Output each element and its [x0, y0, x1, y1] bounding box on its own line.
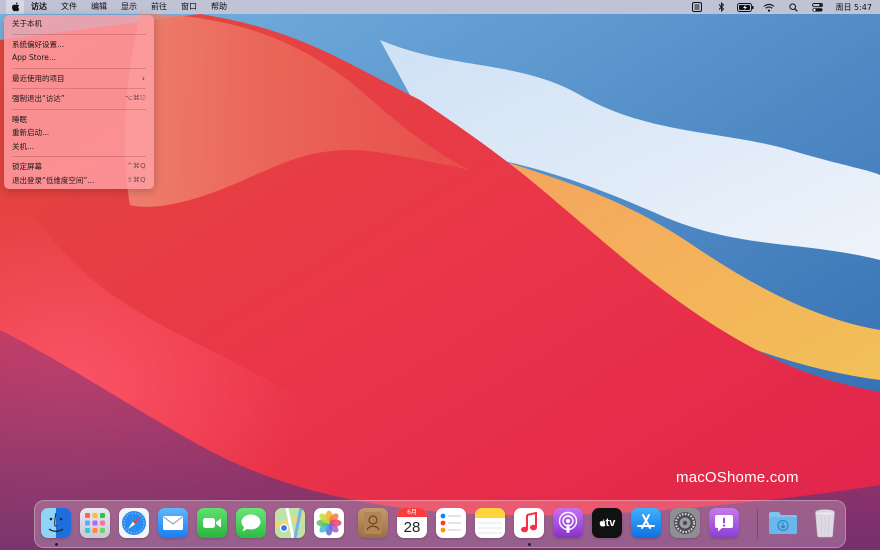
apple-menu-dropdown: 关于本机 系统偏好设置... App Store... 最近使用的项目 › 强制退…: [4, 15, 154, 189]
watermark-text: macOShome.com: [676, 469, 799, 486]
menu-item-label: App Store...: [12, 53, 57, 62]
menu-item-force-quit[interactable]: 强制退出“访达” ⌥⌘⎋: [4, 92, 154, 106]
calendar-day: 28: [403, 519, 421, 536]
menu-item-app-store[interactable]: App Store...: [4, 51, 154, 65]
menu-separator: [12, 108, 146, 110]
dock-facetime[interactable]: [197, 508, 227, 538]
menu-edit[interactable]: 编辑: [84, 0, 114, 14]
dock-podcasts[interactable]: [553, 508, 583, 538]
wifi-icon[interactable]: [757, 0, 781, 14]
dock-finder[interactable]: [41, 508, 71, 538]
launchpad-icon: [85, 513, 105, 533]
dock: 6月 28 tv: [34, 500, 846, 548]
battery-icon[interactable]: [733, 0, 757, 14]
dock-divider: [757, 509, 758, 539]
dock-calendar[interactable]: 6月 28: [397, 508, 427, 538]
dock-music[interactable]: [514, 508, 544, 538]
dock-feedback-assistant[interactable]: [709, 508, 739, 538]
notes-icon: [475, 508, 505, 534]
menu-item-label: 锁定屏幕: [12, 162, 42, 171]
search-icon[interactable]: [781, 0, 805, 14]
safari-icon: [122, 511, 146, 535]
dock-trash[interactable]: [810, 508, 840, 538]
dock-contacts[interactable]: [358, 508, 388, 538]
dock-maps[interactable]: [275, 508, 305, 538]
dock-downloads[interactable]: [768, 508, 798, 538]
dock-system-preferences[interactable]: [670, 508, 700, 538]
calendar-month: 6月: [397, 508, 427, 517]
menu-item-label: 最近使用的项目: [12, 73, 65, 83]
dock-notes[interactable]: [475, 508, 505, 538]
facetime-icon: [203, 518, 221, 528]
menu-shortcut: ⇧⌘Q: [126, 175, 146, 184]
dock-reminders[interactable]: [436, 508, 466, 538]
menu-shortcut: ^⌘Q: [126, 162, 146, 170]
menu-separator: [12, 156, 146, 157]
menu-item-label: 重新启动...: [12, 128, 50, 137]
music-running-indicator: [528, 543, 531, 546]
menu-shortcut: ⌥⌘⎋: [124, 94, 146, 102]
menu-item-about[interactable]: 关于本机: [4, 17, 154, 31]
dock-mail[interactable]: [158, 508, 188, 538]
menu-item-label: 系统偏好设置...: [12, 39, 65, 49]
bluetooth-icon[interactable]: [709, 0, 733, 14]
dock-photos[interactable]: [314, 508, 344, 538]
gear-icon: [674, 512, 696, 534]
podcasts-icon: [558, 511, 578, 533]
menu-separator: [12, 33, 146, 35]
menu-item-shutdown[interactable]: 关机...: [4, 140, 154, 154]
apple-menu-button[interactable]: [6, 0, 24, 14]
menu-item-lock-screen[interactable]: 锁定屏幕 ^⌘Q: [4, 160, 154, 174]
menu-file[interactable]: 文件: [54, 0, 84, 14]
finder-running-indicator: [55, 543, 58, 546]
menu-item-label: 关于本机: [12, 19, 42, 28]
menu-bar: 访达 文件 编辑 显示 前往 窗口 帮助 周日 5:47: [0, 0, 880, 14]
dock-tv[interactable]: tv: [592, 508, 622, 538]
tv-label: tv: [605, 517, 616, 529]
menu-item-restart[interactable]: 重新启动...: [4, 126, 154, 140]
app-store-icon: [637, 514, 655, 529]
finder-icon: [48, 512, 64, 532]
menu-separator: [12, 88, 146, 89]
menu-view[interactable]: 显示: [114, 0, 144, 14]
chevron-right-icon: ›: [141, 73, 145, 83]
photos-icon: [316, 510, 342, 536]
menu-go[interactable]: 前往: [144, 0, 174, 14]
menu-item-label: 睡眠: [12, 114, 27, 124]
menu-item-system-preferences[interactable]: 系统偏好设置...: [4, 38, 154, 52]
dock-launchpad[interactable]: [80, 508, 110, 538]
menu-item-sleep[interactable]: 睡眠: [4, 113, 154, 127]
control-center-icon[interactable]: [805, 0, 829, 14]
feedback-icon: [715, 515, 733, 532]
music-icon: [521, 512, 537, 533]
dock-messages[interactable]: [236, 508, 266, 538]
maps-icon: [275, 508, 305, 538]
reminders-icon: [440, 513, 461, 533]
menu-item-label: 退出登录“低维度空间”...: [12, 175, 95, 185]
menu-item-recent-items[interactable]: 最近使用的项目 ›: [4, 72, 154, 86]
mail-icon: [163, 516, 183, 530]
apple-logo-icon: [11, 2, 19, 12]
menu-item-label: 强制退出“访达”: [12, 94, 65, 103]
menu-clock[interactable]: 周日 5:47: [829, 2, 880, 13]
menu-help[interactable]: 帮助: [204, 0, 234, 14]
menu-item-logout[interactable]: 退出登录“低维度空间”... ⇧⌘Q: [4, 174, 154, 188]
keyboard-input-icon[interactable]: [685, 0, 709, 14]
apple-logo-icon: [599, 519, 606, 527]
menu-app-name[interactable]: 访达: [24, 0, 54, 14]
menu-separator: [12, 67, 146, 69]
messages-icon: [241, 514, 261, 532]
menu-item-label: 关机...: [12, 141, 35, 151]
downloads-folder-icon: [769, 512, 797, 534]
trash-icon: [815, 509, 835, 538]
dock-safari[interactable]: [119, 508, 149, 538]
desktop: 访达 文件 编辑 显示 前往 窗口 帮助 周日 5:47 关于本机 系统偏好设置…: [0, 0, 880, 550]
menu-window[interactable]: 窗口: [174, 0, 204, 14]
dock-app-store[interactable]: [631, 508, 661, 538]
contacts-icon: [364, 512, 382, 534]
